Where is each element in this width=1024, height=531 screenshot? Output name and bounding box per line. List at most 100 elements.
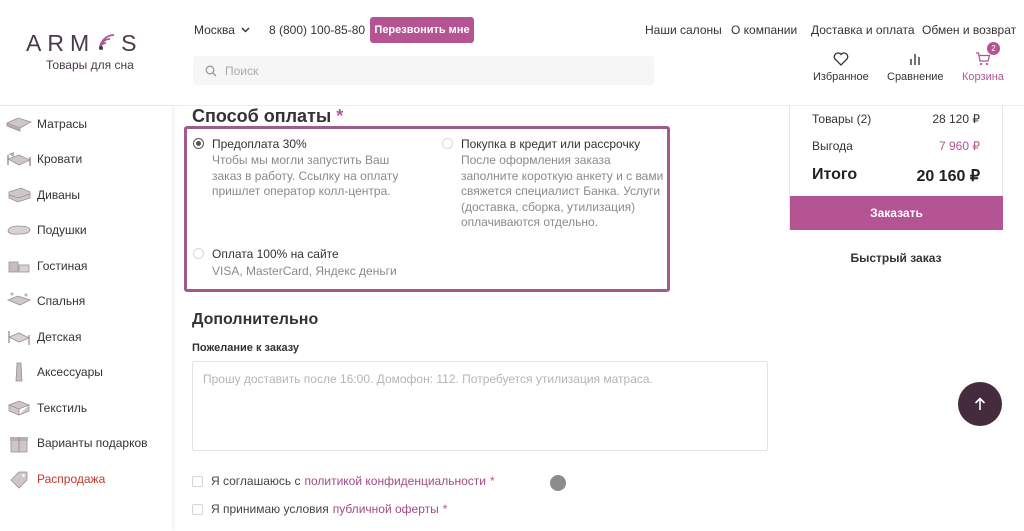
total-label: Итого [812,166,858,183]
sidebar-item-textile[interactable]: Текстиль [6,393,166,423]
accessories-icon [15,362,23,382]
prepay-description: Чтобы мы могли запустить Ваш заказ в раб… [212,153,399,198]
nav-link-about[interactable]: О компании [731,23,797,37]
wish-textarea[interactable]: Прошу доставить после 16:00. Домофон: 11… [192,361,768,451]
offer-text: Я принимаю условия [211,502,329,516]
credit-title: Покупка в кредит или рассрочку [461,137,641,151]
sidebar-item-label: Текстиль [37,401,88,415]
summary-benefit-row: Выгода 7 960 ₽ [812,139,980,153]
cart-label: Корзина [962,71,1004,83]
logo-wordmark: ARM S [26,30,156,56]
benefit-label: Выгода [812,139,853,153]
sidebar-item-sofas[interactable]: Диваны [6,180,166,210]
payment-options-box: Предоплата 30% Чтобы мы могли запустить … [184,126,670,292]
phone-number[interactable]: 8 (800) 100-85-80 [269,23,365,37]
payment-section-title: Способ оплаты * [192,106,343,127]
required-mark: * [336,106,344,126]
sidebar-item-accessories[interactable]: Аксессуары [6,357,166,387]
cart-button[interactable]: 2 Корзина [962,42,1004,83]
sidebar-item-bedroom[interactable]: Спальня [6,286,166,316]
pillow-icon [7,225,31,235]
full-online-title: Оплата 100% на сайте [212,247,339,261]
privacy-consent[interactable]: Я соглашаюсь с политикой конфиденциально… [192,474,495,488]
sidebar-item-label: Матрасы [37,117,88,131]
wish-label: Пожелание к заказу [192,342,300,354]
site-header: ARM S Товары для сна Москва 8 (800) 100-… [0,0,1024,106]
textile-icon [7,400,31,416]
nav-link-salons[interactable]: Наши салоны [645,23,722,37]
privacy-text: Я соглашаюсь с [211,474,301,488]
order-summary: Товары (2) 28 120 ₽ Выгода 7 960 ₽ Итого… [789,106,1003,230]
logo-text-left: ARM [26,29,96,56]
privacy-required-mark: * [489,474,495,488]
logo[interactable]: ARM S Товары для сна [26,30,156,73]
logo-signal-icon [99,34,115,50]
sidebar-item-gifts[interactable]: Варианты подарков [6,428,166,458]
nav-link-returns[interactable]: Обмен и возврат [922,23,1016,37]
sidebar-item-label: Аксессуары [37,365,103,379]
search-input[interactable]: Поиск [193,56,654,85]
sidebar-item-sale[interactable]: Распродажа [6,464,166,494]
full-online-radio[interactable] [193,248,204,259]
sidebar-item-mattresses[interactable]: Матрасы [6,109,166,139]
cart-count-badge: 2 [986,42,1000,55]
search-placeholder: Поиск [225,63,259,78]
arrow-up-icon [974,397,986,410]
sidebar-item-label: Распродажа [37,472,106,486]
place-order-button[interactable]: Заказать [790,196,1003,230]
bedroom-icon [6,292,32,306]
privacy-policy-link[interactable]: политикой конфиденциальности [304,474,485,488]
offer-checkbox[interactable] [192,503,203,515]
sidebar-item-pillows[interactable]: Подушки [6,215,166,245]
compare-button[interactable]: Сравнение [887,50,944,83]
sidebar-item-label: Диваны [37,188,80,202]
compare-label: Сравнение [887,71,944,83]
nav-link-delivery[interactable]: Доставка и оплата [811,23,915,37]
bed-icon [7,152,31,166]
prepay-title: Предоплата 30% [212,137,307,151]
privacy-checkbox[interactable] [192,475,203,487]
payment-title-text: Способ оплаты [192,106,332,126]
sidebar-item-beds[interactable]: Кровати [6,144,166,174]
offer-consent[interactable]: Я принимаю условия публичной оферты * [192,502,447,516]
logo-text-right: S [121,29,143,56]
items-value: 28 120 ₽ [932,112,980,126]
quick-order-link[interactable]: Быстрый заказ [789,251,1003,265]
full-online-description: VISA, MasterCard, Яндекс деньги [212,264,397,278]
credit-radio[interactable] [442,138,453,149]
credit-description: После оформления заказа заполните коротк… [461,153,664,229]
sidebar-item-label: Подушки [37,223,87,237]
summary-items-row: Товары (2) 28 120 ₽ [812,112,980,126]
city-label: Москва [194,23,235,37]
sidebar-item-label: Варианты подарков [37,436,148,450]
favorites-button[interactable]: Избранное [813,50,869,83]
total-value: 20 160 ₽ [916,168,980,185]
favorites-label: Избранное [813,71,869,83]
sidebar-item-living-room[interactable]: Гостиная [6,251,166,281]
city-selector[interactable]: Москва [194,23,250,37]
sidebar-item-label: Гостиная [37,259,88,273]
sidebar-item-kids-room[interactable]: Детская [6,322,166,352]
callback-button[interactable]: Перезвонить мне [370,17,474,43]
category-sidebar: Матрасы Кровати Диваны Подушки Гостиная … [0,106,172,531]
gift-icon [10,437,28,453]
wish-placeholder: Прошу доставить после 16:00. Домофон: 11… [203,372,653,386]
offer-required-mark: * [442,502,448,516]
sidebar-item-label: Спальня [37,294,86,308]
kids-bed-icon [8,331,30,345]
summary-total-row: Итого 20 160 ₽ [812,166,980,186]
sale-tag-icon [10,471,28,489]
mattress-icon [6,117,32,132]
compare-icon [910,54,920,65]
logo-tagline: Товары для сна [46,58,134,72]
benefit-value: 7 960 ₽ [939,139,980,153]
additional-section-title: Дополнительно [192,311,319,328]
cart-icon [975,52,991,66]
sidebar-item-label: Детская [37,330,82,344]
public-offer-link[interactable]: публичной оферты [333,502,439,516]
checkout-page: ARM S Товары для сна Москва 8 (800) 100-… [0,0,1024,531]
sofa-icon [8,187,31,203]
sidebar-item-label: Кровати [37,152,83,166]
scroll-to-top-button[interactable] [958,382,1002,426]
prepay-radio[interactable] [193,138,204,149]
